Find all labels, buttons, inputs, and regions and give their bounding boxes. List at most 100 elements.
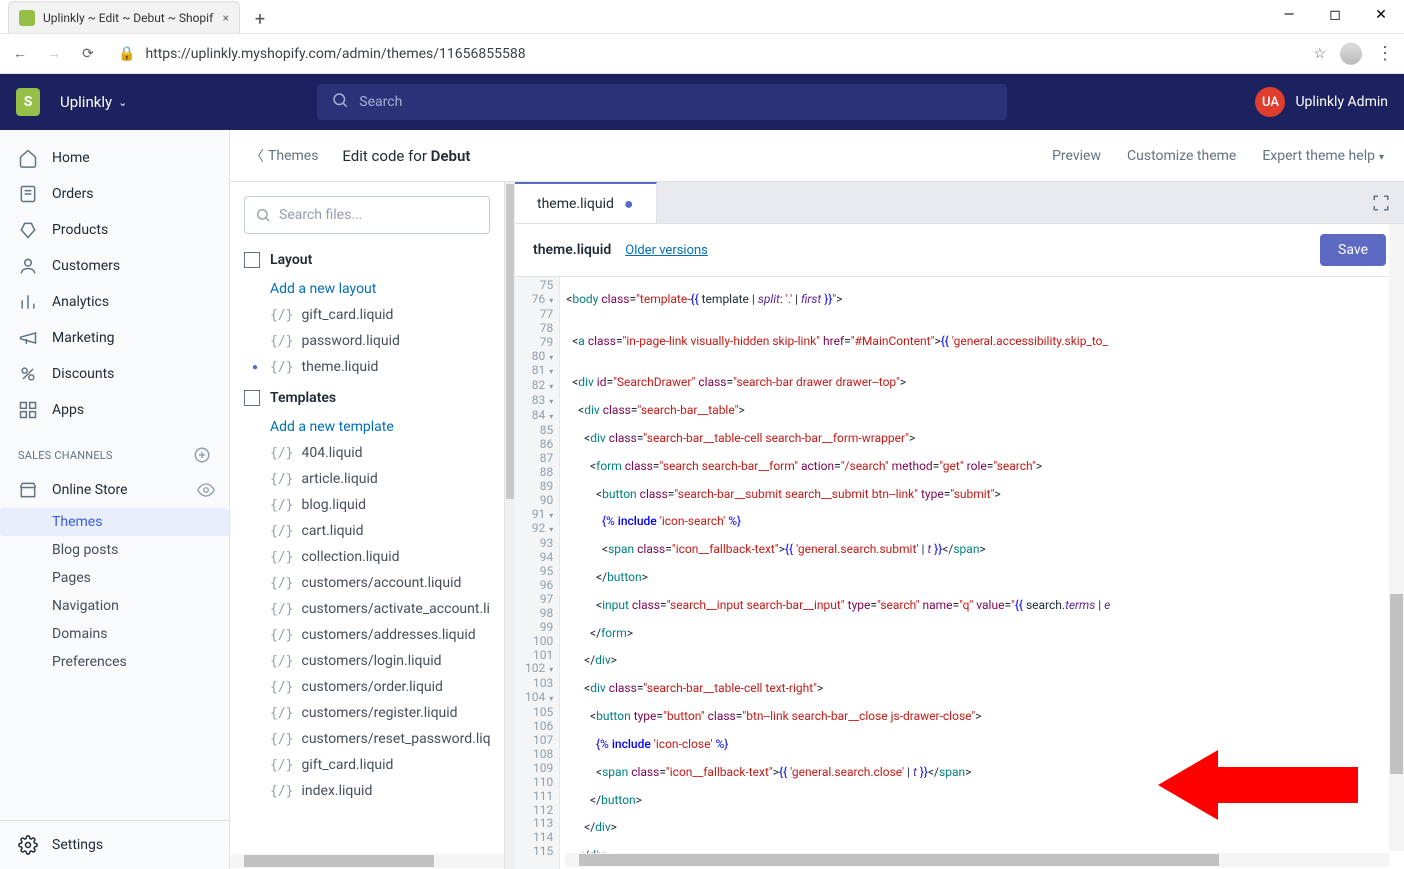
primary-nav: Home Orders Products Customers Analytics… bbox=[0, 130, 230, 869]
minimize-button[interactable]: — bbox=[1266, 0, 1312, 30]
section-layout-header[interactable]: Layout bbox=[244, 252, 490, 268]
search-files-placeholder: Search files... bbox=[279, 207, 362, 223]
search-placeholder: Search bbox=[359, 94, 402, 110]
view-store-icon[interactable] bbox=[197, 481, 215, 499]
nav-orders[interactable]: Orders bbox=[0, 176, 229, 212]
customize-theme-link[interactable]: Customize theme bbox=[1127, 148, 1236, 164]
editor-tab-active[interactable]: theme.liquid ● bbox=[515, 182, 657, 223]
code-editor: theme.liquid ● theme.liquid Older versio… bbox=[515, 182, 1404, 869]
folder-icon bbox=[244, 252, 260, 268]
file-item[interactable]: {/}collection.liquid bbox=[244, 544, 490, 570]
back-icon[interactable]: ← bbox=[10, 45, 30, 62]
shopify-favicon bbox=[19, 10, 35, 26]
sales-channels-header: SALES CHANNELS bbox=[0, 428, 229, 472]
search-files-input[interactable]: Search files... bbox=[244, 196, 490, 234]
unsaved-dot-icon: ● bbox=[624, 194, 634, 214]
reload-icon[interactable]: ⟳ bbox=[78, 46, 98, 62]
nav-marketing[interactable]: Marketing bbox=[0, 320, 229, 356]
file-item[interactable]: {/}customers/reset_password.liquid bbox=[244, 726, 490, 752]
editor-v-scrollbar[interactable] bbox=[1389, 224, 1404, 851]
file-item[interactable]: {/}customers/login.liquid bbox=[244, 648, 490, 674]
file-tree: Search files... Layout Add a new layout … bbox=[230, 182, 505, 869]
url-bar[interactable]: 🔒 https://uplinkly.myshopify.com/admin/t… bbox=[112, 46, 1299, 62]
user-name: Uplinkly Admin bbox=[1295, 94, 1388, 110]
nav-analytics[interactable]: Analytics bbox=[0, 284, 229, 320]
shopify-logo-icon[interactable] bbox=[16, 88, 40, 116]
add-new-layout[interactable]: Add a new layout bbox=[244, 276, 490, 302]
file-item[interactable]: {/}customers/activate_account.liquid bbox=[244, 596, 490, 622]
older-versions-link[interactable]: Older versions bbox=[625, 243, 708, 258]
add-channel-icon[interactable] bbox=[193, 446, 211, 464]
tab-title: Uplinkly ~ Edit ~ Debut ~ Shopif bbox=[43, 11, 215, 25]
subnav-domains[interactable]: Domains bbox=[0, 620, 229, 648]
nav-online-store[interactable]: Online Store bbox=[0, 472, 197, 508]
page-header: 〈Themes Edit code for Debut Preview Cust… bbox=[230, 130, 1404, 182]
forward-icon[interactable]: → bbox=[44, 45, 64, 62]
nav-home[interactable]: Home bbox=[0, 140, 229, 176]
store-switcher[interactable]: Uplinkly ⌄ bbox=[60, 93, 127, 111]
close-window-button[interactable]: ✕ bbox=[1358, 0, 1404, 30]
chevron-down-icon: ▾ bbox=[1379, 152, 1384, 163]
editor-tab-label: theme.liquid bbox=[537, 196, 614, 212]
nav-customers[interactable]: Customers bbox=[0, 248, 229, 284]
file-item[interactable]: {/}customers/register.liquid bbox=[244, 700, 490, 726]
search-icon bbox=[255, 207, 271, 223]
file-item[interactable]: {/}gift_card.liquid bbox=[244, 302, 490, 328]
maximize-button[interactable]: ◻ bbox=[1312, 0, 1358, 30]
file-item[interactable]: {/}404.liquid bbox=[244, 440, 490, 466]
lock-icon: 🔒 bbox=[118, 46, 135, 62]
user-initials-badge: UA bbox=[1255, 87, 1285, 117]
file-item[interactable]: {/}blog.liquid bbox=[244, 492, 490, 518]
subnav-pages[interactable]: Pages bbox=[0, 564, 229, 592]
shopify-topbar: Uplinkly ⌄ Search UA Uplinkly Admin bbox=[0, 74, 1404, 130]
nav-products[interactable]: Products bbox=[0, 212, 229, 248]
back-to-themes[interactable]: 〈Themes bbox=[250, 146, 318, 166]
subnav-preferences[interactable]: Preferences bbox=[0, 648, 229, 676]
chevron-left-icon: 〈 bbox=[250, 146, 264, 166]
file-item[interactable]: {/}customers/order.liquid bbox=[244, 674, 490, 700]
file-item[interactable]: {/}index.liquid bbox=[244, 778, 490, 804]
bookmark-star-icon[interactable]: ☆ bbox=[1313, 46, 1326, 62]
editor-h-scrollbar[interactable] bbox=[565, 853, 1389, 867]
subnav-blog-posts[interactable]: Blog posts bbox=[0, 536, 229, 564]
new-tab-button[interactable]: + bbox=[246, 5, 274, 33]
close-tab-icon[interactable]: × bbox=[223, 11, 229, 25]
nav-settings[interactable]: Settings bbox=[0, 820, 229, 869]
fullscreen-icon[interactable] bbox=[1358, 182, 1404, 223]
url-text: https://uplinkly.myshopify.com/admin/the… bbox=[145, 46, 525, 62]
file-item[interactable]: {/}password.liquid bbox=[244, 328, 490, 354]
page-title: Edit code for Debut bbox=[342, 147, 470, 165]
user-menu[interactable]: UA Uplinkly Admin bbox=[1255, 87, 1388, 117]
window-controls: — ◻ ✕ bbox=[1266, 0, 1404, 30]
search-icon bbox=[331, 91, 349, 113]
filetree-h-scrollbar[interactable] bbox=[230, 854, 504, 868]
profile-avatar[interactable] bbox=[1340, 43, 1362, 65]
file-item[interactable]: {/}gift_card.liquid bbox=[244, 752, 490, 778]
editor-tabs: theme.liquid ● bbox=[515, 182, 1404, 224]
editor-file-header: theme.liquid Older versions Save bbox=[515, 224, 1404, 277]
file-item[interactable]: {/}customers/account.liquid bbox=[244, 570, 490, 596]
section-templates-header[interactable]: Templates bbox=[244, 390, 490, 406]
store-name: Uplinkly bbox=[60, 93, 112, 111]
main-area: 〈Themes Edit code for Debut Preview Cust… bbox=[230, 130, 1404, 869]
subnav-themes[interactable]: Themes bbox=[0, 508, 229, 536]
filetree-v-scrollbar[interactable] bbox=[505, 182, 515, 869]
nav-apps[interactable]: Apps bbox=[0, 392, 229, 428]
chrome-menu-icon[interactable]: ⋮ bbox=[1376, 43, 1394, 64]
annotation-arrow bbox=[1158, 745, 1358, 825]
browser-tab[interactable]: Uplinkly ~ Edit ~ Debut ~ Shopif × bbox=[8, 1, 240, 33]
file-item[interactable]: {/}article.liquid bbox=[244, 466, 490, 492]
expert-help-link[interactable]: Expert theme help▾ bbox=[1262, 148, 1384, 164]
subnav-navigation[interactable]: Navigation bbox=[0, 592, 229, 620]
preview-link[interactable]: Preview bbox=[1052, 148, 1101, 164]
line-gutter: 75 76▾ 77 78 79 80▾ 81▾ 82▾ 83▾ 84▾ 85 8… bbox=[515, 277, 560, 869]
file-item-active[interactable]: {/}theme.liquid bbox=[244, 354, 490, 380]
nav-discounts[interactable]: Discounts bbox=[0, 356, 229, 392]
file-item[interactable]: {/}customers/addresses.liquid bbox=[244, 622, 490, 648]
add-new-template[interactable]: Add a new template bbox=[244, 414, 490, 440]
chevron-down-icon: ⌄ bbox=[118, 96, 127, 109]
shopify-search[interactable]: Search bbox=[317, 84, 1007, 120]
file-item[interactable]: {/}cart.liquid bbox=[244, 518, 490, 544]
save-button[interactable]: Save bbox=[1320, 234, 1386, 266]
browser-toolbar: ← → ⟳ 🔒 https://uplinkly.myshopify.com/a… bbox=[0, 34, 1404, 74]
